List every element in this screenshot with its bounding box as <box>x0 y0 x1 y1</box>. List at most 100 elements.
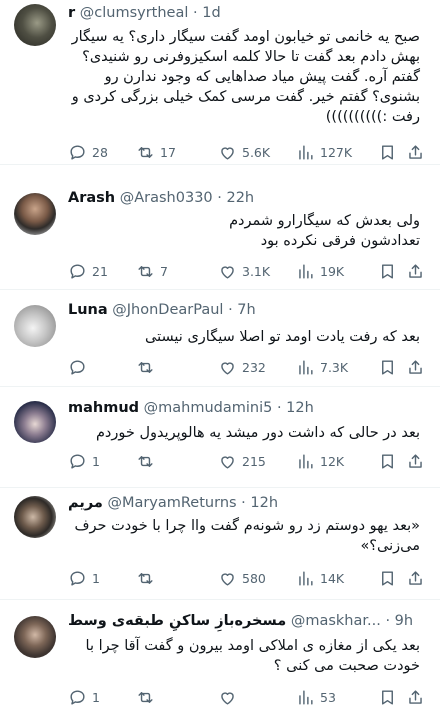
bookmark-icon <box>382 359 393 375</box>
retweet-button[interactable]: 17 <box>136 143 176 162</box>
share-button[interactable] <box>406 358 425 377</box>
retweet-icon <box>138 455 153 467</box>
tweet-text: بعد که رفت یادت اومد تو اصلا سیگاری نیست… <box>145 329 420 345</box>
retweet-button[interactable] <box>136 569 160 588</box>
timestamp[interactable]: 12h <box>250 495 278 511</box>
views-button[interactable]: 7.3K <box>296 358 348 377</box>
display-name[interactable]: مریم <box>68 495 103 511</box>
bookmark-button[interactable] <box>378 688 397 707</box>
display-name[interactable]: Arash <box>68 190 115 206</box>
heart-icon <box>221 361 234 375</box>
retweet-button[interactable]: 7 <box>136 262 168 281</box>
like-count: 232 <box>242 359 266 375</box>
tweet-text: ولی بعدش که سیگارارو شمردم تعدادشون فرقی… <box>229 213 420 249</box>
retweet-button[interactable] <box>136 688 160 707</box>
tweet-5[interactable]: مریم @MaryamReturns · 12h «بعد یهو دوستم… <box>0 490 440 600</box>
timestamp[interactable]: 1d <box>202 5 220 21</box>
share-button[interactable] <box>406 452 425 471</box>
action-bar: 28 17 5.6K 127K <box>68 141 428 163</box>
like-button[interactable] <box>218 688 242 707</box>
views-button[interactable]: 127K <box>296 143 352 162</box>
analytics-icon <box>299 263 313 279</box>
like-button[interactable]: 232 <box>218 358 266 377</box>
retweet-button[interactable] <box>136 358 160 377</box>
tweet-4[interactable]: mahmud @mahmudamini5 · 12h بعد در حالی ک… <box>0 395 440 488</box>
reply-button[interactable]: 28 <box>68 143 108 162</box>
separator-dot: · <box>217 190 222 206</box>
tweet-3[interactable]: Luna @JhonDearPaul · 7h بعد که رفت یادت … <box>0 297 440 387</box>
heart-icon <box>221 572 234 586</box>
retweet-icon <box>138 361 153 373</box>
reply-button[interactable]: 1 <box>68 452 100 471</box>
avatar[interactable] <box>14 616 56 658</box>
timestamp[interactable]: 22h <box>226 190 254 206</box>
like-button[interactable]: 580 <box>218 569 266 588</box>
handle[interactable]: @JhonDearPaul <box>112 302 223 318</box>
views-button[interactable]: 53 <box>296 688 336 707</box>
share-icon <box>409 263 422 278</box>
handle[interactable]: @MaryamReturns <box>107 495 236 511</box>
action-bar: 1 580 14K <box>68 567 428 589</box>
views-button[interactable]: 12K <box>296 452 344 471</box>
avatar[interactable] <box>14 496 56 538</box>
heart-icon <box>221 691 234 705</box>
avatar[interactable] <box>14 305 56 347</box>
display-name[interactable]: r <box>68 5 75 21</box>
avatar[interactable] <box>14 401 56 443</box>
analytics-icon <box>299 144 313 160</box>
reply-icon <box>70 144 85 160</box>
retweet-button[interactable] <box>136 452 160 471</box>
bookmark-icon <box>382 689 393 705</box>
tweet-header: Luna @JhonDearPaul · 7h <box>68 302 428 324</box>
timestamp[interactable]: 12h <box>286 400 314 416</box>
share-icon <box>409 453 422 468</box>
bookmark-button[interactable] <box>378 143 397 162</box>
handle[interactable]: @mahmudamini5 <box>144 400 273 416</box>
views-button[interactable]: 14K <box>296 569 344 588</box>
like-button[interactable]: 215 <box>218 452 266 471</box>
bookmark-button[interactable] <box>378 452 397 471</box>
handle[interactable]: @Arash0330 <box>120 190 213 206</box>
view-count: 19K <box>320 263 345 279</box>
view-count: 14K <box>320 570 345 586</box>
views-button[interactable]: 19K <box>296 262 344 281</box>
bookmark-button[interactable] <box>378 569 397 588</box>
reply-icon <box>70 570 85 586</box>
reply-button[interactable]: 1 <box>68 688 100 707</box>
avatar[interactable] <box>14 193 56 235</box>
tweet-6[interactable]: مسخره‌بازِ ساکنِ طبقه‌ی وسط @maskhar... … <box>0 608 440 720</box>
timestamp[interactable]: 7h <box>237 302 255 318</box>
display-name[interactable]: Luna <box>68 302 108 318</box>
display-name[interactable]: mahmud <box>68 400 139 416</box>
analytics-icon <box>299 359 313 375</box>
like-count: 3.1K <box>242 263 271 279</box>
action-bar: 1 53 <box>68 686 428 708</box>
share-button[interactable] <box>406 569 425 588</box>
tweet-1[interactable]: r @clumsyrtheal · 1d صبح یه خانمی تو خیا… <box>0 0 440 165</box>
like-button[interactable]: 3.1K <box>218 262 270 281</box>
share-button[interactable] <box>406 688 425 707</box>
reply-button[interactable]: 1 <box>68 569 100 588</box>
separator-dot: · <box>228 302 233 318</box>
reply-button[interactable]: 21 <box>68 262 108 281</box>
view-count: 127K <box>320 144 353 160</box>
like-button[interactable]: 5.6K <box>218 143 270 162</box>
retweet-icon <box>138 572 153 584</box>
bookmark-button[interactable] <box>378 358 397 377</box>
action-bar: 1 215 12K <box>68 450 428 472</box>
handle[interactable]: @clumsyrtheal <box>80 5 189 21</box>
reply-button[interactable] <box>68 358 92 377</box>
display-name[interactable]: مسخره‌بازِ ساکنِ طبقه‌ی وسط <box>68 613 286 629</box>
analytics-icon <box>299 689 313 705</box>
action-bar: 232 7.3K <box>68 356 428 378</box>
share-button[interactable] <box>406 262 425 281</box>
timestamp[interactable]: 9h <box>395 613 413 629</box>
avatar[interactable] <box>14 4 56 46</box>
handle[interactable]: @maskhar... <box>291 613 381 629</box>
bookmark-button[interactable] <box>378 262 397 281</box>
tweet-2[interactable]: Arash @Arash0330 · 22h ولی بعدش که سیگار… <box>0 185 440 290</box>
like-count: 5.6K <box>242 144 271 160</box>
share-button[interactable] <box>406 143 425 162</box>
reply-icon <box>70 263 85 279</box>
separator-dot: · <box>385 613 391 629</box>
